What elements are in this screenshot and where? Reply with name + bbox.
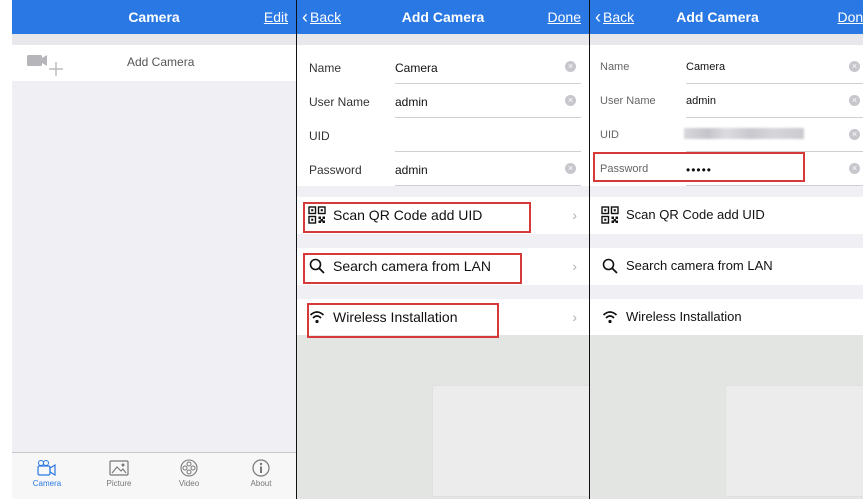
clear-icon[interactable]: ×: [849, 129, 860, 140]
camera-form: Name Camera × User Name admin × UID Pass…: [297, 45, 589, 186]
add-camera-screen: ‹ Back Add Camera Done Name Camera × User…: [297, 0, 589, 499]
add-camera-screen-password: ‹Back Add Camera Done Name Camera × User…: [590, 0, 863, 499]
clear-icon[interactable]: ×: [849, 163, 860, 174]
tab-video[interactable]: Video: [154, 457, 224, 488]
tab-label: Picture: [106, 479, 132, 488]
search-lan-option[interactable]: Search camera from LAN ›: [590, 248, 863, 285]
page-title: Add Camera: [676, 9, 759, 25]
nav-bar: ‹Back Add Camera Done: [590, 0, 863, 34]
tab-about[interactable]: About: [226, 457, 296, 488]
username-field[interactable]: admin: [686, 95, 716, 107]
field-underline: [395, 185, 581, 186]
video-icon: [154, 457, 224, 479]
form-row-uid: UID: [297, 118, 589, 152]
chevron-right-icon: ›: [572, 309, 577, 325]
nav-bar: Camera Edit: [12, 0, 296, 34]
tab-camera[interactable]: Camera: [12, 455, 82, 495]
form-row-username: User Name admin ×: [297, 84, 589, 118]
field-label: Password: [309, 163, 362, 177]
done-button[interactable]: Done: [548, 9, 581, 25]
qr-code-icon: [601, 206, 619, 224]
background-image: [432, 385, 589, 497]
camera-list-screen: Camera Edit Add Camera Camera Picture Vi…: [12, 0, 296, 499]
form-row-password: Password admin ×: [297, 152, 589, 186]
field-label: Name: [600, 61, 630, 73]
tab-bar: Camera Picture Video About: [12, 452, 296, 499]
option-label: Search camera from LAN: [626, 258, 773, 273]
background-area: [590, 335, 863, 499]
background-area: [297, 335, 589, 499]
tab-label: Camera: [32, 479, 62, 488]
clear-icon[interactable]: ×: [849, 95, 860, 106]
header-strip: [590, 34, 863, 45]
highlight-box: [303, 253, 522, 284]
wifi-icon: [601, 308, 619, 326]
clear-icon[interactable]: ×: [565, 95, 576, 106]
clear-icon[interactable]: ×: [849, 61, 860, 72]
password-field[interactable]: admin: [395, 163, 428, 177]
page-title: Camera: [128, 9, 180, 25]
header-strip: [297, 34, 589, 45]
add-camera-label: Add Camera: [127, 55, 195, 69]
option-label: Wireless Installation: [626, 309, 742, 324]
highlight-box: [593, 152, 805, 182]
field-underline: [686, 185, 863, 186]
field-label: Name: [309, 61, 342, 75]
field-label: User Name: [600, 95, 656, 107]
tab-label: About: [250, 479, 272, 488]
chevron-right-icon: ›: [572, 258, 577, 274]
uid-field-blurred[interactable]: [684, 128, 804, 139]
header-strip: [12, 34, 296, 45]
field-label: UID: [600, 129, 619, 141]
highlight-box: [307, 303, 499, 338]
background-image: [725, 385, 863, 497]
option-label: Scan QR Code add UID: [626, 207, 765, 222]
nav-bar: ‹Back Add Camera Done: [297, 0, 589, 34]
done-button[interactable]: Done: [838, 9, 863, 25]
edit-button[interactable]: Edit: [264, 9, 288, 25]
name-field[interactable]: Camera: [686, 61, 725, 73]
tab-label: Video: [178, 479, 200, 488]
field-label: User Name: [309, 95, 370, 109]
username-field[interactable]: admin: [395, 95, 428, 109]
form-row-name: Name Camera ×: [297, 50, 589, 84]
clear-icon[interactable]: ×: [565, 163, 576, 174]
form-row-name: Name Camera ×: [590, 50, 863, 84]
form-row-username: User Name admin ×: [590, 84, 863, 118]
search-icon: [601, 257, 619, 275]
add-camera-row[interactable]: Add Camera: [12, 45, 296, 81]
chevron-right-icon: ›: [572, 207, 577, 223]
scan-qr-option[interactable]: Scan QR Code add UID ›: [590, 197, 863, 234]
highlight-box: [303, 202, 531, 233]
field-label: UID: [309, 129, 330, 143]
add-camera-icon: [27, 53, 71, 82]
clear-icon[interactable]: ×: [565, 61, 576, 72]
wireless-install-option[interactable]: Wireless Installation ›: [590, 299, 863, 336]
name-field[interactable]: Camera: [395, 61, 438, 75]
tab-picture[interactable]: Picture: [84, 457, 154, 488]
form-row-uid: UID ×: [590, 118, 863, 152]
camera-icon: [12, 457, 82, 479]
picture-icon: [84, 457, 154, 479]
info-icon: [226, 457, 296, 479]
page-title: Add Camera: [401, 9, 485, 25]
